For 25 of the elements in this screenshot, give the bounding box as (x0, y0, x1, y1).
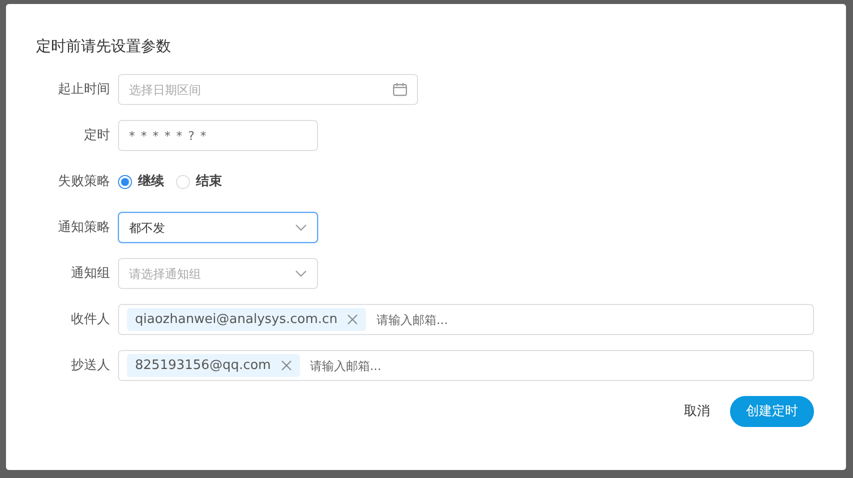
dialog-title: 定时前请先设置参数 (36, 36, 172, 56)
email-tag: 825193156@qq.com (127, 354, 300, 377)
close-icon[interactable] (347, 314, 358, 325)
cron-input-field[interactable]: * * * * * ? * (118, 120, 318, 151)
radio-label: 继续 (138, 172, 164, 191)
close-icon[interactable] (280, 360, 292, 371)
field-label: 通知策略 (57, 218, 111, 237)
email-tags-field[interactable]: qiaozhanwei@analysys.com.cn 请输入邮箱... (118, 304, 814, 335)
field-label: 抄送人 (70, 356, 111, 375)
radio-option[interactable]: 结束 (176, 172, 222, 192)
email-tag: qiaozhanwei@analysys.com.cn (127, 308, 366, 331)
chevron-down-icon (295, 270, 307, 278)
radio-label: 结束 (196, 172, 222, 191)
field-label: 定时 (83, 126, 111, 145)
field-label: 起止时间 (57, 80, 111, 99)
chevron-down-icon (295, 224, 307, 232)
select-field[interactable]: 都不发 (118, 212, 318, 243)
calendar-icon (393, 83, 407, 96)
email-tags-field[interactable]: 825193156@qq.com 请输入邮箱... (118, 350, 814, 381)
field-label: 通知组 (70, 264, 111, 283)
radio-option[interactable]: 继续 (118, 172, 164, 192)
field-label: 收件人 (70, 310, 111, 329)
cancel-button[interactable]: 取消 (684, 398, 710, 426)
radio-button[interactable] (118, 174, 132, 188)
field-label: 失败策略 (57, 172, 111, 191)
